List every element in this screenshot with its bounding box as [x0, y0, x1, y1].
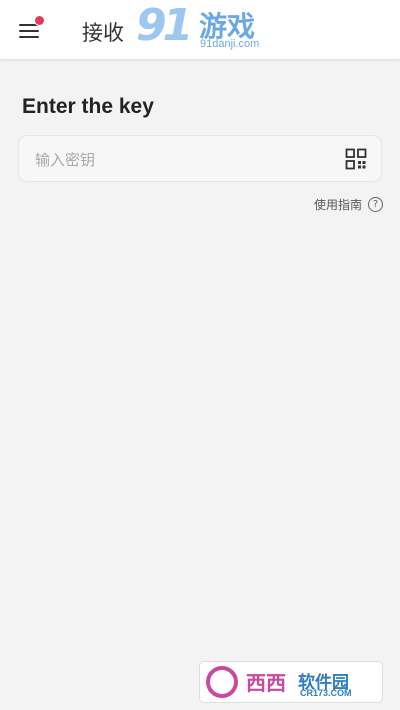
qr-scan-button[interactable]: [345, 148, 367, 170]
section-heading: Enter the key: [22, 95, 154, 118]
watermark-url: 91danji.com: [200, 38, 260, 50]
key-input-container: [18, 135, 382, 183]
app-bar: 接收 91 游戏 91danji.com: [0, 0, 400, 59]
notification-dot: [34, 15, 45, 26]
watermark-bottom-url: CR173.COM: [300, 688, 352, 698]
watermark-brand: 西西: [246, 671, 286, 695]
watermark-logo-bottom: 西西 软件园 CR173.COM: [200, 662, 382, 702]
help-icon: ?: [368, 196, 383, 212]
watermark-logo-top: 91 游戏 91danji.com: [132, 0, 272, 56]
cr173-logo-icon: [206, 666, 238, 698]
usage-guide-link[interactable]: 使用指南 ?: [314, 194, 383, 214]
qr-code-icon: [345, 148, 367, 170]
usage-guide-label: 使用指南: [313, 197, 362, 212]
page-title: 接收: [82, 21, 124, 45]
menu-button[interactable]: [14, 14, 48, 48]
key-input[interactable]: [33, 136, 337, 183]
watermark-number: 91: [136, 0, 193, 51]
